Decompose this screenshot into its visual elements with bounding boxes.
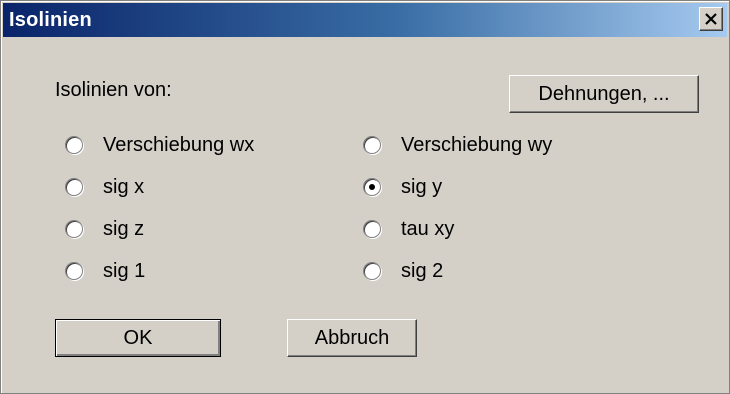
ok-button-label: OK — [123, 327, 153, 349]
isolinien-von-label: Isolinien von: — [55, 79, 172, 101]
radio-option-sig-1[interactable]: sig 1 — [65, 257, 145, 285]
radio-button[interactable] — [363, 220, 381, 238]
radio-label: tau xy — [401, 218, 455, 240]
dehnungen-button[interactable]: Dehnungen, ... — [509, 75, 699, 113]
radio-button[interactable] — [65, 220, 83, 238]
radio-label: sig y — [401, 176, 443, 198]
radio-option-sig-x[interactable]: sig x — [65, 173, 144, 201]
window-title: Isolinien — [9, 9, 92, 31]
radio-button[interactable] — [65, 178, 83, 196]
radio-option-tau-xy[interactable]: tau xy — [363, 215, 454, 243]
radio-button[interactable] — [65, 136, 83, 154]
radio-label: sig x — [103, 176, 145, 198]
radio-option-verschiebung-wx[interactable]: Verschiebung wx — [65, 131, 254, 159]
title-bar[interactable]: Isolinien — [3, 3, 727, 37]
radio-button[interactable] — [363, 262, 381, 280]
radio-option-sig-z[interactable]: sig z — [65, 215, 144, 243]
radio-button-selected[interactable] — [363, 178, 381, 196]
close-button[interactable] — [699, 7, 723, 31]
close-icon — [705, 13, 717, 25]
radio-label: Verschiebung wx — [103, 134, 255, 156]
ok-button[interactable]: OK — [55, 319, 221, 357]
radio-label: sig z — [103, 218, 145, 240]
radio-button[interactable] — [363, 136, 381, 154]
radio-option-sig-y[interactable]: sig y — [363, 173, 442, 201]
radio-label: sig 2 — [401, 260, 444, 282]
cancel-button[interactable]: Abbruch — [287, 319, 417, 357]
radio-label: Verschiebung wy — [401, 134, 553, 156]
dehnungen-button-label: Dehnungen, ... — [538, 83, 670, 105]
radio-button[interactable] — [65, 262, 83, 280]
radio-option-verschiebung-wy[interactable]: Verschiebung wy — [363, 131, 552, 159]
radio-label: sig 1 — [103, 260, 146, 282]
isolinien-dialog: Isolinien Isolinien von: Dehnungen, ... … — [0, 0, 730, 394]
radio-option-sig-2[interactable]: sig 2 — [363, 257, 443, 285]
cancel-button-label: Abbruch — [314, 327, 390, 349]
